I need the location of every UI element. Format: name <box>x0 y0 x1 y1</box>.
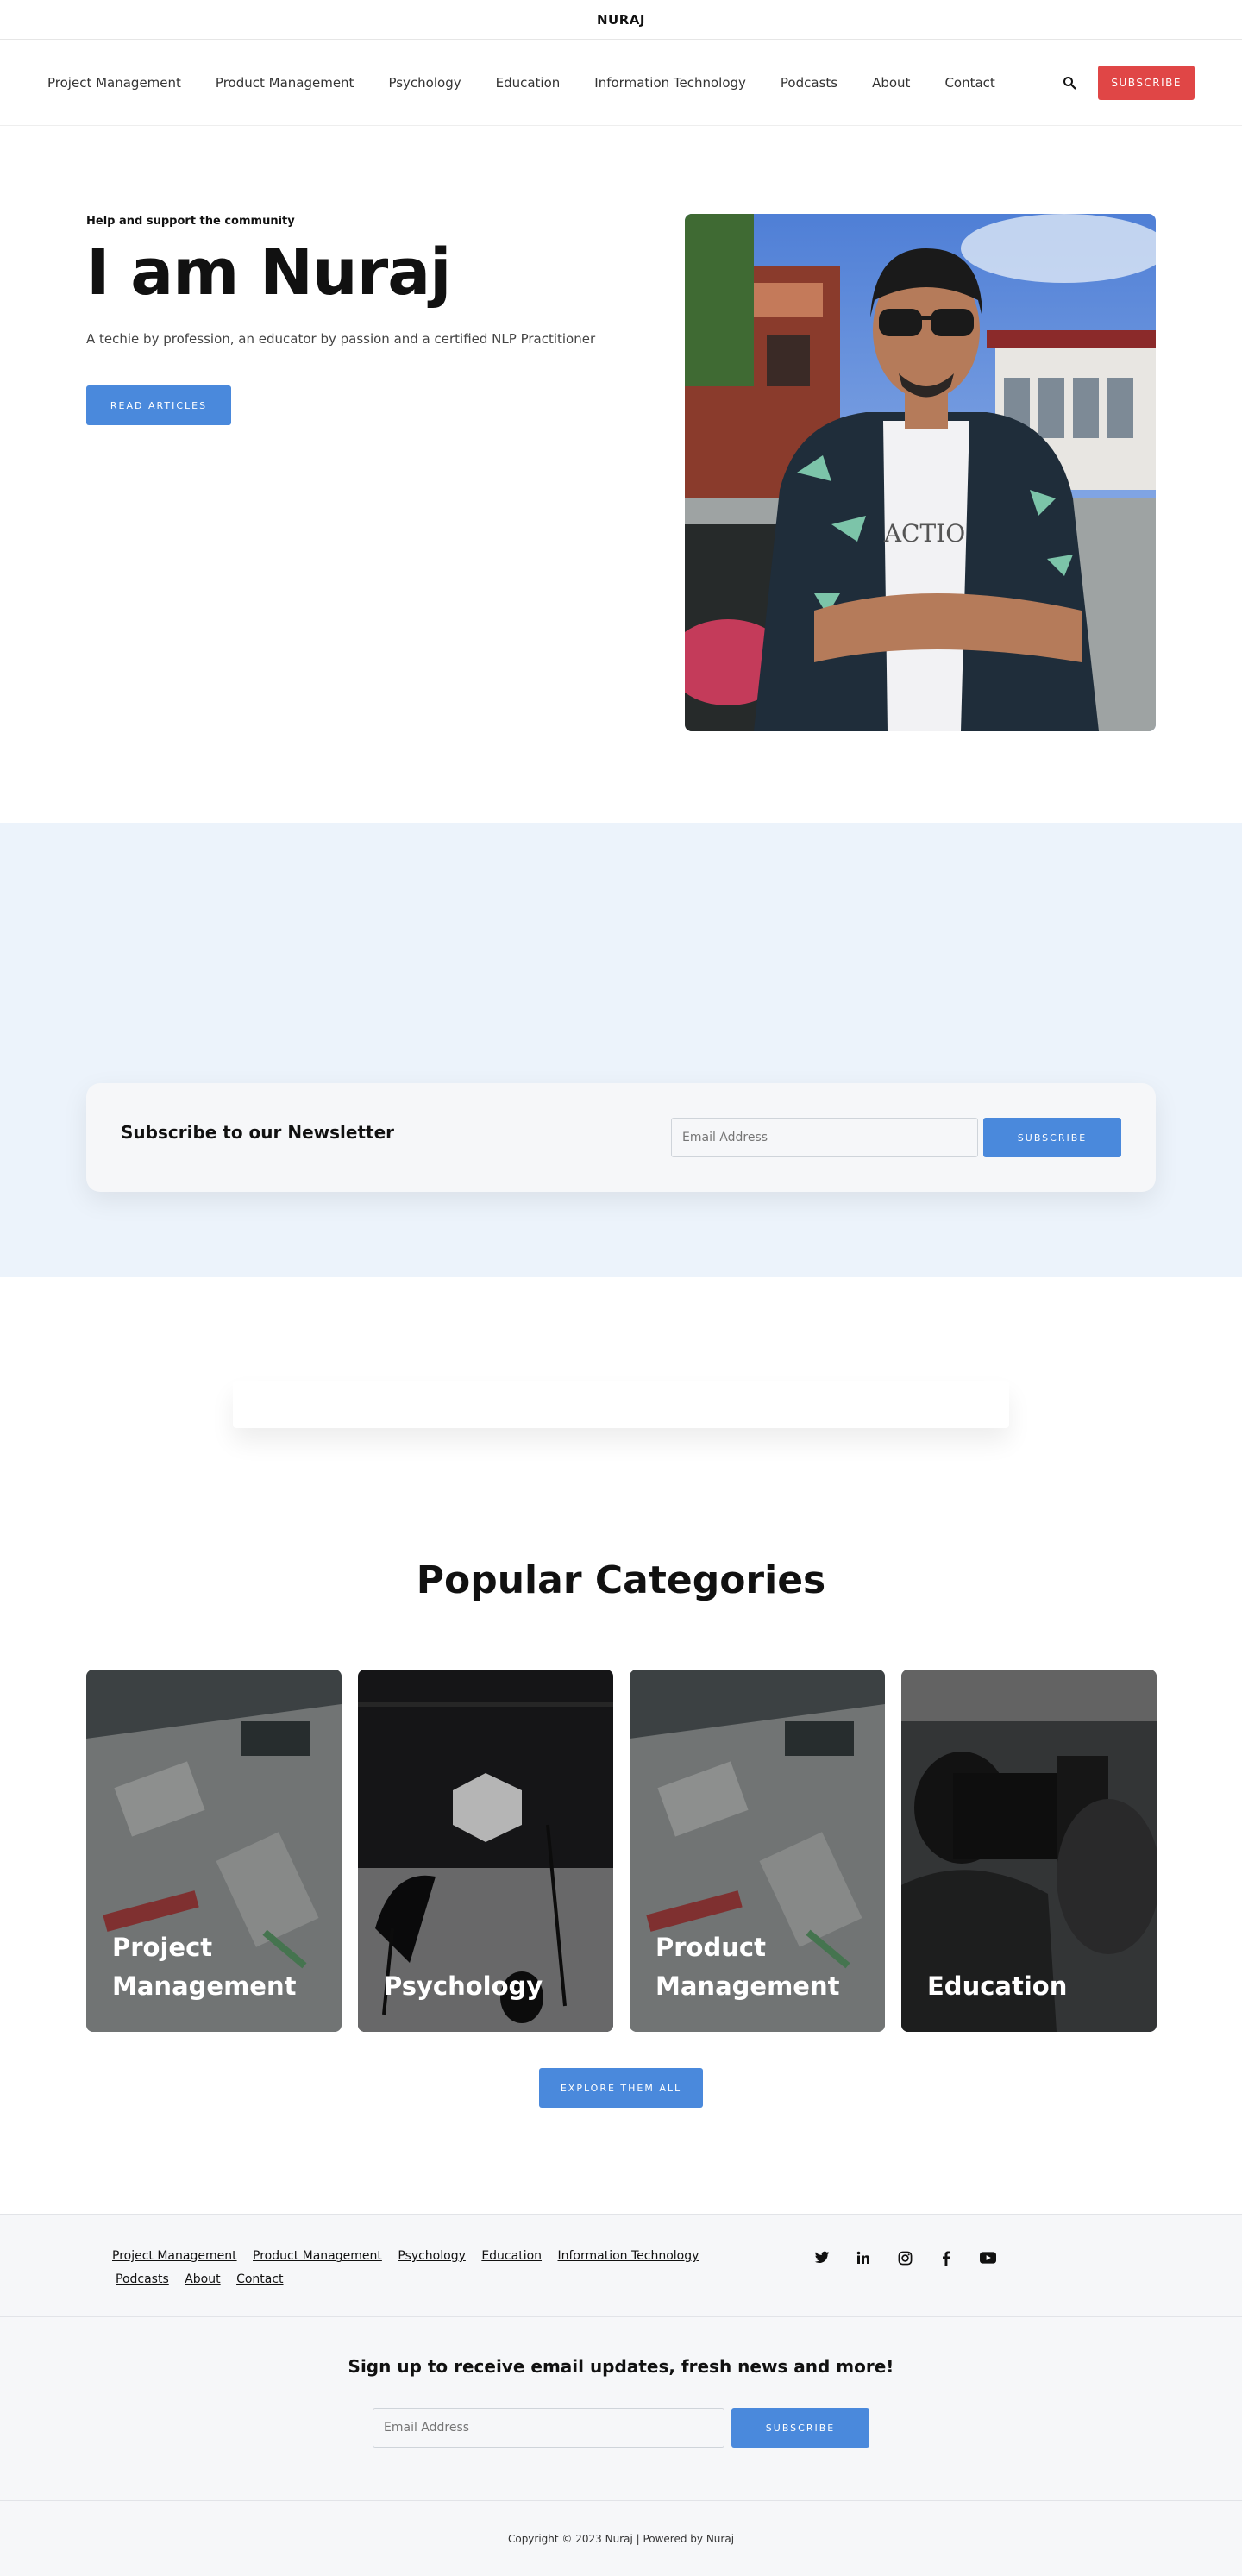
footer-link-about[interactable]: About <box>185 2272 220 2286</box>
footer-signup: Sign up to receive email updates, fresh … <box>0 2317 1242 2501</box>
brand-bar: NURAJ <box>0 0 1242 40</box>
footer-link-podcasts[interactable]: Podcasts <box>116 2272 169 2286</box>
nav-item-product-management[interactable]: Product Management <box>216 75 354 91</box>
hero-eyebrow: Help and support the community <box>86 215 295 228</box>
category-label: Project Management <box>112 1933 297 2002</box>
nav-item-information-technology[interactable]: Information Technology <box>594 75 746 91</box>
popular-categories-section: Popular Categories Project Management Ps… <box>0 1501 1242 2214</box>
footer-link-psychology[interactable]: Psychology <box>398 2249 466 2263</box>
hero-subtitle: A techie by profession, an educator by p… <box>86 331 596 347</box>
site-footer: Project Management Product Management Ps… <box>0 2214 1242 2576</box>
category-card-psychology[interactable]: Psychology <box>358 1670 613 2032</box>
read-articles-button[interactable]: READ ARTICLES <box>86 385 231 425</box>
explore-all-button[interactable]: EXPLORE THEM ALL <box>539 2068 703 2108</box>
photo-shirt-text: ACTIO <box>883 519 965 548</box>
nav-item-contact[interactable]: Contact <box>944 75 994 91</box>
nav-actions: SUBSCRIBE <box>1060 65 1195 100</box>
footer-link-information-technology[interactable]: Information Technology <box>557 2249 699 2263</box>
footer-link-education[interactable]: Education <box>481 2249 542 2263</box>
instagram-icon[interactable] <box>894 2247 916 2269</box>
nav-item-podcasts[interactable]: Podcasts <box>781 75 837 91</box>
floating-card <box>233 1381 1009 1428</box>
nav-item-psychology[interactable]: Psychology <box>388 75 461 91</box>
hero-portrait-photo: ACTIO <box>685 214 1156 731</box>
facebook-icon[interactable] <box>935 2247 957 2269</box>
newsletter-title: Subscribe to our Newsletter <box>121 1122 395 1143</box>
search-icon[interactable] <box>1060 73 1079 92</box>
nav-menu: Project Management Product Management Ps… <box>47 75 1060 91</box>
linkedin-icon[interactable] <box>852 2247 875 2269</box>
nav-item-project-management[interactable]: Project Management <box>47 75 181 91</box>
spacer-section <box>0 1277 1242 1501</box>
newsletter-band: Subscribe to our Newsletter SUBSCRIBE <box>0 823 1242 1277</box>
site-logo[interactable]: NURAJ <box>597 12 645 28</box>
twitter-icon[interactable] <box>811 2247 833 2269</box>
newsletter-subscribe-button[interactable]: SUBSCRIBE <box>983 1118 1121 1157</box>
category-card-project-management[interactable]: Project Management <box>86 1670 342 2032</box>
footer-link-product-management[interactable]: Product Management <box>253 2249 382 2263</box>
category-label: Education <box>927 1971 1068 2002</box>
subscribe-button[interactable]: SUBSCRIBE <box>1098 65 1195 100</box>
categories-grid: Project Management Psychology Product Ma… <box>86 1670 1157 2032</box>
category-label: Psychology <box>384 1971 543 2002</box>
categories-title: Popular Categories <box>416 1558 826 1602</box>
signup-email-input[interactable] <box>373 2408 724 2448</box>
footer-links-row: Project Management Product Management Ps… <box>0 2214 1242 2317</box>
copyright: Copyright © 2023 Nuraj | Powered by Nura… <box>0 2501 1242 2576</box>
youtube-icon[interactable] <box>976 2247 999 2269</box>
hero-section: Help and support the community I am Nura… <box>0 126 1242 823</box>
footer-link-project-management[interactable]: Project Management <box>112 2249 237 2263</box>
category-label: Product Management <box>656 1933 840 2002</box>
category-card-product-management[interactable]: Product Management <box>630 1670 885 2032</box>
nav-item-about[interactable]: About <box>872 75 910 91</box>
newsletter-card: Subscribe to our Newsletter SUBSCRIBE <box>86 1083 1156 1192</box>
hero-title: I am Nuraj <box>86 235 452 310</box>
signup-subscribe-button[interactable]: SUBSCRIBE <box>731 2408 869 2448</box>
social-icons <box>811 2247 999 2269</box>
main-nav: Project Management Product Management Ps… <box>0 40 1242 126</box>
newsletter-email-input[interactable] <box>671 1118 978 1157</box>
footer-link-contact[interactable]: Contact <box>236 2272 283 2286</box>
signup-title: Sign up to receive email updates, fresh … <box>348 2356 894 2377</box>
footer-link-list: Project Management Product Management Ps… <box>112 2245 750 2291</box>
category-card-education[interactable]: Education <box>901 1670 1157 2032</box>
nav-item-education[interactable]: Education <box>496 75 561 91</box>
